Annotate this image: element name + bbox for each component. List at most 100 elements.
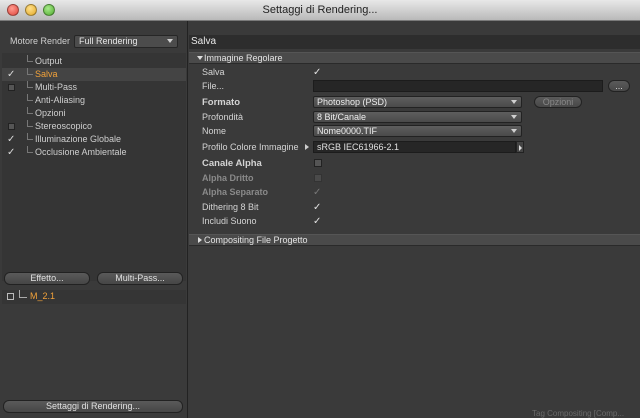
chevron-down-icon xyxy=(511,129,517,133)
triangle-down-icon xyxy=(197,56,203,60)
tree-item-label: Opzioni xyxy=(35,108,66,118)
row-salva: Salva ✓ xyxy=(189,66,640,79)
render-engine-label: Motore Render xyxy=(10,36,71,46)
profondita-label: Profondità xyxy=(202,112,244,122)
nome-label: Nome xyxy=(202,126,227,136)
tree-branch-icon xyxy=(27,146,33,153)
row-alpha-separato: Alpha Separato ✓ xyxy=(189,186,640,199)
options-button[interactable]: Opzioni xyxy=(534,96,582,108)
preset-icon xyxy=(7,293,14,300)
tree-checkbox[interactable]: ✓ xyxy=(7,70,16,80)
nome-value: Nome0000.TIF xyxy=(317,126,378,136)
profondita-select[interactable]: 8 Bit/Canale xyxy=(313,111,522,123)
preset-name: M_2.1 xyxy=(30,291,56,301)
tree-item-stereoscopico[interactable]: Stereoscopico xyxy=(2,120,186,133)
canale-alpha-label: Canale Alpha xyxy=(202,158,262,169)
triangle-right-icon xyxy=(305,144,309,150)
includi-suono-label: Includi Suono xyxy=(202,216,257,226)
tree-branch-icon xyxy=(27,94,33,101)
canale-alpha-checkbox[interactable] xyxy=(314,159,322,167)
tree-item-label: Stereoscopico xyxy=(35,121,93,131)
status-text: Tag Compositing [Comp... xyxy=(532,409,625,418)
row-alpha-dritto: Alpha Dritto xyxy=(189,172,640,185)
profilo-label: Profilo Colore Immagine xyxy=(202,142,299,152)
close-window-button[interactable] xyxy=(7,4,19,16)
tree-checkbox[interactable] xyxy=(8,123,15,130)
row-nome: Nome Nome0000.TIF xyxy=(189,125,640,138)
tree-branch-icon xyxy=(27,133,33,140)
tree-branch-icon xyxy=(27,107,33,114)
file-label: File... xyxy=(202,81,225,91)
chevron-down-icon xyxy=(511,115,517,119)
maximize-window-button[interactable] xyxy=(43,4,55,16)
window-titlebar: Settaggi di Rendering... xyxy=(0,0,640,21)
tree-item-opzioni[interactable]: Opzioni xyxy=(2,107,186,120)
render-engine-row: Motore Render Full Rendering xyxy=(0,35,188,49)
tree-checkbox[interactable] xyxy=(8,84,15,91)
formato-select[interactable]: Photoshop (PSD) xyxy=(313,96,522,108)
multipass-button[interactable]: Multi-Pass... xyxy=(97,272,183,285)
render-preset-row[interactable]: M_2.1 xyxy=(2,290,186,304)
right-pane: Salva Immagine Regolare Salva ✓ File... … xyxy=(189,21,640,418)
row-profilo-colore: Profilo Colore Immagine sRGB IEC61966-2.… xyxy=(189,141,640,154)
dithering-label: Dithering 8 Bit xyxy=(202,202,259,212)
tree-checkbox[interactable]: ✓ xyxy=(7,148,16,158)
tree-branch-icon xyxy=(27,55,33,62)
row-canale-alpha: Canale Alpha xyxy=(189,157,640,170)
tree-item-multipass[interactable]: Multi-Pass xyxy=(2,81,186,94)
tree-item-label: Occlusione Ambientale xyxy=(35,147,127,157)
salva-label: Salva xyxy=(202,67,225,77)
profilo-colore-field[interactable]: sRGB IEC61966-2.1 xyxy=(313,141,516,153)
tree-item-label: Illuminazione Globale xyxy=(35,134,122,144)
section-immagine-regolare[interactable]: Immagine Regolare xyxy=(189,52,640,64)
triangle-right-icon xyxy=(198,237,202,243)
includi-suono-checkbox[interactable]: ✓ xyxy=(313,217,322,227)
salva-checkbox[interactable]: ✓ xyxy=(313,68,322,78)
left-pane: Motore Render Full Rendering Output ✓ Sa… xyxy=(0,21,188,418)
tree-item-illuminazione-globale[interactable]: ✓ Illuminazione Globale xyxy=(2,133,186,146)
tree-branch-icon xyxy=(19,290,27,298)
formato-label: Formato xyxy=(202,97,240,108)
alpha-separato-checkbox[interactable]: ✓ xyxy=(313,188,322,198)
row-includi-suono: Includi Suono ✓ xyxy=(189,215,640,228)
profile-picker-button[interactable] xyxy=(516,141,524,153)
row-profondita: Profondità 8 Bit/Canale xyxy=(189,111,640,124)
window-title: Settaggi di Rendering... xyxy=(262,4,378,16)
render-engine-select[interactable]: Full Rendering xyxy=(74,35,178,48)
section-label: Immagine Regolare xyxy=(204,53,283,63)
minimize-window-button[interactable] xyxy=(25,4,37,16)
tree-checkbox[interactable]: ✓ xyxy=(7,135,16,145)
tree-item-label: Anti-Aliasing xyxy=(35,95,86,105)
settings-tree: Output ✓ Salva Multi-Pass Anti-Aliasing … xyxy=(2,53,186,281)
browse-file-button[interactable]: ... xyxy=(608,80,630,92)
alpha-dritto-checkbox[interactable] xyxy=(314,174,322,182)
chevron-down-icon xyxy=(167,39,173,43)
file-path-input[interactable] xyxy=(313,80,603,92)
tree-branch-icon xyxy=(27,120,33,127)
alpha-separato-label: Alpha Separato xyxy=(202,187,269,197)
row-dithering: Dithering 8 Bit ✓ xyxy=(189,201,640,214)
tree-item-antialiasing[interactable]: Anti-Aliasing xyxy=(2,94,186,107)
tree-item-output[interactable]: Output xyxy=(2,55,186,68)
tree-item-label: Output xyxy=(35,56,63,66)
profondita-value: 8 Bit/Canale xyxy=(317,112,367,122)
nome-select[interactable]: Nome0000.TIF xyxy=(313,125,522,137)
render-settings-button[interactable]: Settaggi di Rendering... xyxy=(3,400,183,413)
dithering-checkbox[interactable]: ✓ xyxy=(313,203,322,213)
section-label: Compositing File Progetto xyxy=(204,235,308,245)
formato-value: Photoshop (PSD) xyxy=(317,97,388,107)
tree-item-salva[interactable]: ✓ Salva xyxy=(2,68,186,81)
row-formato: Formato Photoshop (PSD) Opzioni xyxy=(189,96,640,109)
section-compositing[interactable]: Compositing File Progetto xyxy=(189,234,640,246)
chevron-down-icon xyxy=(511,100,517,104)
alpha-dritto-label: Alpha Dritto xyxy=(202,173,254,183)
effect-button[interactable]: Effetto... xyxy=(4,272,90,285)
row-file: File... ... xyxy=(189,80,640,93)
tree-item-label: Multi-Pass xyxy=(35,82,78,92)
tree-item-label: Salva xyxy=(35,69,58,79)
tree-branch-icon xyxy=(27,68,33,75)
panel-title: Salva xyxy=(189,35,640,49)
render-engine-value: Full Rendering xyxy=(79,36,138,46)
tree-branch-icon xyxy=(27,81,33,88)
tree-item-occlusione-ambientale[interactable]: ✓ Occlusione Ambientale xyxy=(2,146,186,159)
